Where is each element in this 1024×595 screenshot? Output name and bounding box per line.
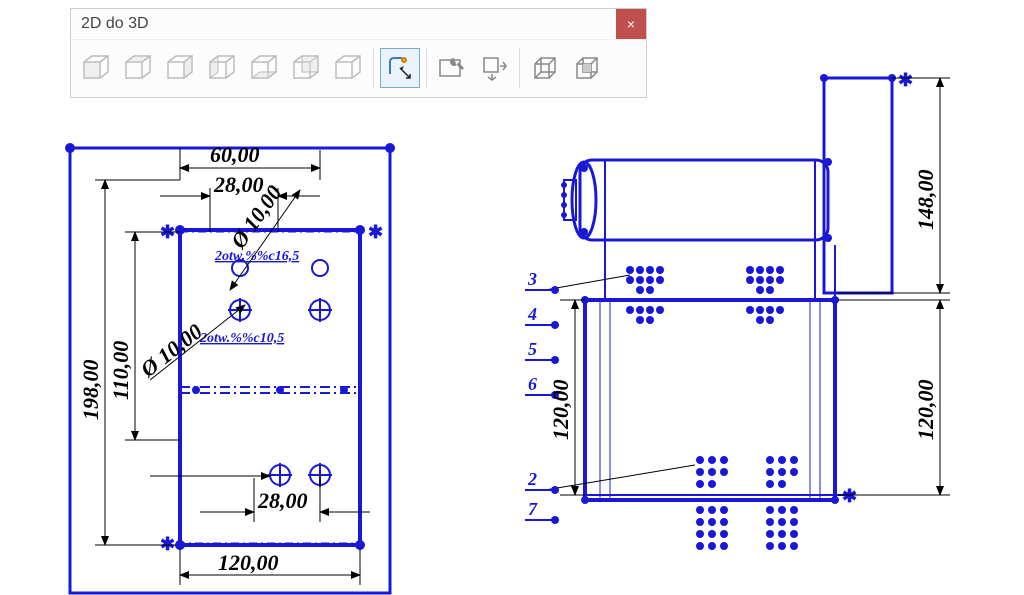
svg-text:7: 7 [528, 499, 538, 519]
svg-text:✱: ✱ [898, 70, 913, 90]
cut-button[interactable] [568, 49, 606, 87]
svg-text:60,00: 60,00 [210, 142, 260, 167]
titlebar[interactable]: 2D do 3D × [71, 9, 646, 40]
svg-text:120,00: 120,00 [913, 380, 938, 441]
repair-sketch-button[interactable] [433, 49, 471, 87]
align-sketch-button[interactable] [475, 49, 513, 87]
window-title: 2D do 3D [81, 15, 149, 33]
svg-text:2: 2 [527, 469, 537, 489]
dim-phi10: Ø 10,00 [135, 305, 245, 383]
toolbar-window: 2D do 3D × [70, 8, 647, 98]
dim-120: 120,00 [180, 548, 360, 585]
aux-view-button[interactable] [329, 49, 367, 87]
dim-28-top: 28,00 [160, 172, 320, 232]
dim-120l: 120,00 [548, 300, 585, 495]
svg-text:6: 6 [528, 374, 537, 394]
svg-text:120,00: 120,00 [218, 550, 279, 575]
dim-120r: 120,00 [838, 300, 950, 495]
note-2: 2otw.%%c10,5 [199, 331, 284, 346]
svg-text:✱: ✱ [842, 486, 857, 506]
svg-text:Ø 10,00: Ø 10,00 [135, 319, 207, 383]
extrude-button[interactable] [526, 49, 564, 87]
sketch-from-selection-button[interactable] [380, 48, 420, 88]
dim-148: 148,00 [838, 78, 950, 293]
svg-text:✱: ✱ [160, 534, 175, 554]
front-view-button[interactable] [77, 49, 115, 87]
svg-text:5: 5 [528, 339, 537, 359]
view-markers: 3 4 5 6 2 7 [525, 269, 559, 524]
right-view-button[interactable] [161, 49, 199, 87]
svg-text:120,00: 120,00 [548, 380, 573, 441]
toolbar-buttons [71, 40, 646, 96]
dim-198: 198,00 [78, 180, 180, 545]
left-view-button[interactable] [203, 49, 241, 87]
close-button[interactable]: × [616, 9, 646, 39]
svg-text:4: 4 [527, 304, 537, 324]
svg-text:✱: ✱ [160, 222, 175, 242]
right-view: ✱ ✱ [525, 70, 950, 550]
svg-text:✱: ✱ [368, 222, 383, 242]
svg-text:198,00: 198,00 [78, 360, 103, 421]
svg-text:148,00: 148,00 [913, 170, 938, 231]
bottom-view-button[interactable] [245, 49, 283, 87]
top-view-button[interactable] [119, 49, 157, 87]
note-1: 2otw.%%c16,5 [214, 249, 299, 264]
dim-28-bot: 28,00 [150, 476, 370, 522]
dim-60: 60,00 [180, 142, 320, 180]
svg-text:28,00: 28,00 [213, 172, 264, 197]
left-view: ✱ ✱ ✱ 2otw.%%c16,5 2otw.%%c10,5 60,00 28,0… [65, 142, 395, 593]
svg-text:3: 3 [527, 269, 537, 289]
svg-text:Ø 10,00: Ø 10,00 [225, 180, 287, 253]
svg-text:110,00: 110,00 [108, 341, 133, 400]
svg-text:28,00: 28,00 [257, 488, 308, 513]
dim-phi13: Ø 10,00 [225, 180, 300, 290]
back-view-button[interactable] [287, 49, 325, 87]
dim-110: 110,00 [108, 232, 180, 440]
